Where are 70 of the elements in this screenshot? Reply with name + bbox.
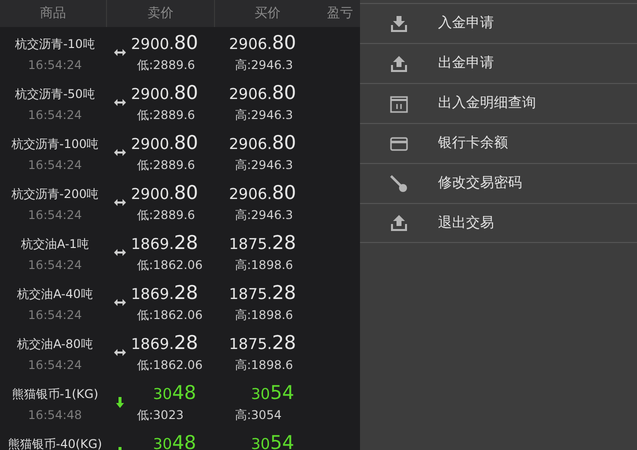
product-name: 杭交沥青-50吨 (15, 86, 95, 103)
menu-item[interactable]: 退出交易 (360, 203, 637, 243)
sell-price: 1869.28 (131, 331, 200, 356)
high-price: 高:2946.3 (234, 107, 294, 124)
download-tray-icon (390, 16, 408, 32)
update-time: 16:54:24 (28, 107, 82, 124)
double-arrow-icon (114, 98, 126, 106)
high-price: 高:2946.3 (234, 157, 294, 174)
update-time: 16:54:24 (28, 307, 82, 324)
buy-price: 1875.28 (229, 331, 298, 356)
product-name: 杭交沥青-200吨 (11, 186, 99, 203)
high-price: 高:2946.3 (234, 57, 294, 74)
high-price: 高:1898.6 (234, 357, 294, 374)
sell-price: 3048 (152, 381, 198, 406)
update-time: 16:54:24 (28, 207, 82, 224)
update-time: 16:54:48 (28, 407, 82, 424)
buy-price: 2906.80 (229, 181, 298, 206)
update-time: 16:54:24 (28, 257, 82, 274)
buy-price: 3054 (250, 381, 296, 406)
double-arrow-icon (114, 248, 126, 256)
column-header: 盈亏 (327, 4, 353, 23)
buy-price: 1875.28 (229, 231, 298, 256)
bank-card-icon (390, 136, 408, 150)
product-name: 熊猫银币-1(KG) (12, 386, 98, 403)
product-name: 杭交沥青-10吨 (15, 36, 95, 53)
high-price: 高:2946.3 (234, 207, 294, 224)
low-price: 低:2889.6 (136, 207, 196, 224)
double-arrow-icon (114, 198, 126, 206)
product-name: 杭交油A-1吨 (21, 236, 89, 253)
column-header: 商品 (40, 4, 66, 23)
buy-price: 2906.80 (229, 81, 298, 106)
update-time: 16:54:24 (28, 357, 82, 374)
sell-price: 2900.80 (131, 181, 200, 206)
buy-price: 2906.80 (229, 31, 298, 56)
low-price: 低:2889.6 (136, 57, 196, 74)
low-price: 低:1862.06 (136, 307, 204, 324)
high-price: 高:1898.6 (234, 257, 294, 274)
upload-tray-icon (390, 215, 408, 231)
column-header: 买价 (254, 4, 280, 23)
double-arrow-icon (114, 148, 126, 156)
update-time: 16:54:24 (28, 157, 82, 174)
double-arrow-icon (114, 48, 126, 56)
sell-price: 2900.80 (131, 31, 200, 56)
sell-price: 1869.28 (131, 231, 200, 256)
column-header: 卖价 (148, 4, 174, 23)
buy-price: 3054 (250, 431, 296, 450)
high-price: 高:1898.6 (234, 307, 294, 324)
product-name: 杭交沥青-100吨 (11, 136, 99, 153)
buy-price: 1875.28 (229, 281, 298, 306)
calendar-icon (390, 94, 408, 112)
key-icon (390, 174, 408, 192)
upload-tray-icon (390, 56, 408, 72)
sell-price: 3048 (152, 431, 198, 450)
low-price: 低:3023 (136, 407, 185, 424)
buy-price: 2906.80 (229, 131, 298, 156)
low-price: 低:1862.06 (136, 357, 204, 374)
down-arrow-icon (116, 396, 124, 408)
low-price: 低:1862.06 (136, 257, 204, 274)
low-price: 低:2889.6 (136, 157, 196, 174)
high-price: 高:3054 (234, 407, 283, 424)
sell-price: 1869.28 (131, 281, 200, 306)
double-arrow-icon (114, 298, 126, 306)
update-time: 16:54:24 (28, 57, 82, 74)
sell-price: 2900.80 (131, 81, 200, 106)
sell-price: 2900.80 (131, 131, 200, 156)
product-name: 杭交油A-80吨 (17, 336, 93, 353)
product-name: 熊猫银币-40(KG) (8, 436, 102, 450)
product-name: 杭交油A-40吨 (17, 286, 93, 303)
double-arrow-icon (114, 348, 126, 356)
low-price: 低:2889.6 (136, 107, 196, 124)
